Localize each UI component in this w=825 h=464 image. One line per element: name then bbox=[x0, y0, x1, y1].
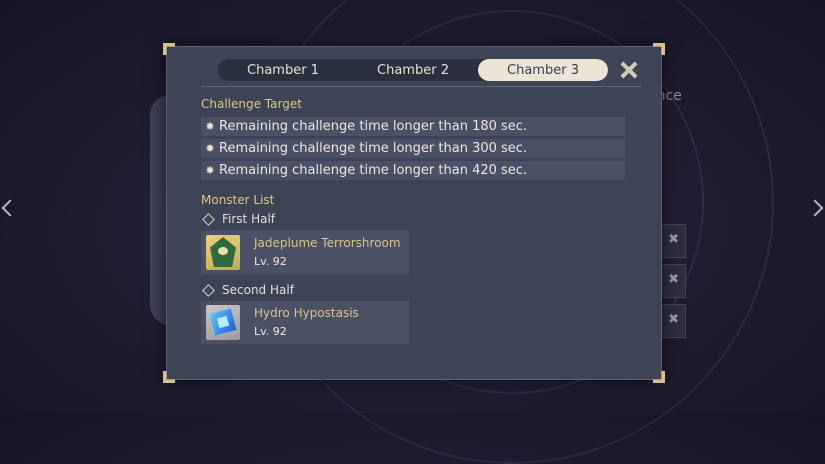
half-label-text: Second Half bbox=[222, 283, 294, 297]
close-icon: ✖ bbox=[668, 272, 679, 287]
star-icon: ✸ bbox=[205, 164, 215, 177]
tab-chamber-2[interactable]: Chamber 2 bbox=[348, 59, 478, 81]
hydro-hypostasis-icon bbox=[206, 305, 240, 340]
monster-list-title: Monster List bbox=[201, 193, 275, 207]
corner-ornament-icon bbox=[653, 371, 665, 383]
monster-card[interactable]: Hydro Hypostasis Lv. 92 bbox=[201, 301, 409, 344]
corner-ornament-icon bbox=[163, 371, 175, 383]
close-button[interactable] bbox=[618, 59, 640, 81]
diamond-icon bbox=[202, 283, 215, 297]
star-icon: ✸ bbox=[205, 120, 215, 133]
monster-name: Jadeplume Terrorshroom bbox=[254, 236, 401, 250]
tab-chamber-3[interactable]: Chamber 3 bbox=[478, 59, 608, 81]
divider bbox=[201, 86, 641, 87]
challenge-target-text: Remaining challenge time longer than 180… bbox=[219, 119, 528, 134]
challenge-target-text: Remaining challenge time longer than 420… bbox=[219, 163, 528, 178]
first-half-label: First Half bbox=[201, 212, 275, 226]
corner-ornament-icon bbox=[163, 43, 175, 55]
monster-card[interactable]: Jadeplume Terrorshroom Lv. 92 bbox=[201, 231, 409, 274]
challenge-target-row: ✸ Remaining challenge time longer than 3… bbox=[201, 139, 625, 158]
star-icon: ✸ bbox=[205, 142, 215, 155]
close-icon: ✖ bbox=[668, 312, 679, 327]
challenge-target-text: Remaining challenge time longer than 300… bbox=[219, 141, 528, 156]
close-icon: ✖ bbox=[668, 232, 679, 247]
corner-ornament-icon bbox=[653, 43, 665, 55]
chamber-tabs: Chamber 1 Chamber 2 Chamber 3 bbox=[218, 59, 608, 81]
monster-level: Lv. 92 bbox=[254, 255, 287, 268]
chamber-detail-dialog: Chamber 1 Chamber 2 Chamber 3 Challenge … bbox=[163, 43, 665, 383]
challenge-target-title: Challenge Target bbox=[201, 97, 302, 111]
monster-name: Hydro Hypostasis bbox=[254, 306, 359, 320]
jadeplume-terrorshroom-icon bbox=[206, 235, 240, 270]
half-label-text: First Half bbox=[222, 212, 276, 226]
challenge-target-row: ✸ Remaining challenge time longer than 1… bbox=[201, 117, 625, 136]
tab-chamber-1[interactable]: Chamber 1 bbox=[218, 59, 348, 81]
diamond-icon bbox=[202, 212, 215, 226]
chevron-left-icon[interactable] bbox=[1, 199, 19, 217]
second-half-label: Second Half bbox=[201, 283, 294, 297]
chevron-right-icon[interactable] bbox=[806, 199, 824, 217]
challenge-target-row: ✸ Remaining challenge time longer than 4… bbox=[201, 161, 625, 180]
monster-level: Lv. 92 bbox=[254, 325, 287, 338]
